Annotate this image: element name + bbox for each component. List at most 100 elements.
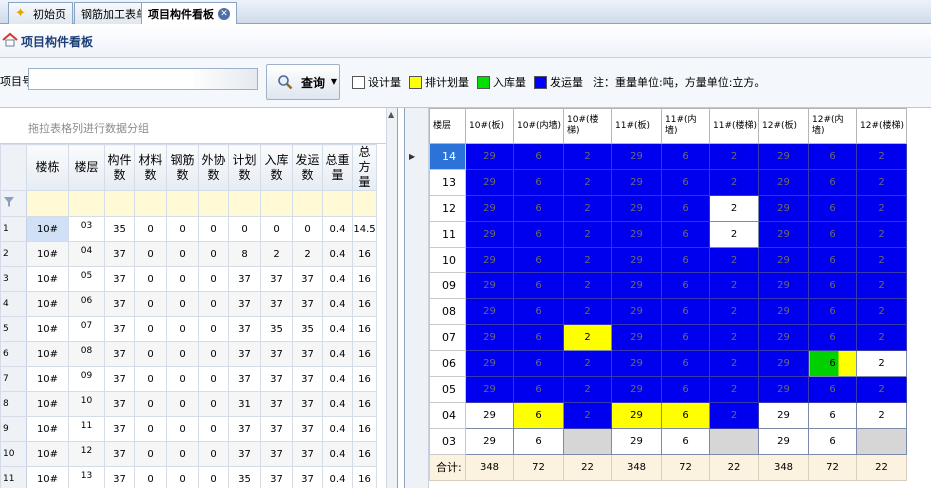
table-cell[interactable]: 16: [352, 391, 377, 417]
board-cell[interactable]: 6: [513, 194, 564, 222]
column-header[interactable]: 楼栋: [26, 144, 69, 191]
board-cell[interactable]: 2: [709, 220, 759, 248]
board-cell[interactable]: 29: [758, 194, 809, 222]
board-cell[interactable]: 2: [856, 401, 907, 429]
board-cell[interactable]: 2: [563, 272, 612, 300]
board-cell[interactable]: 29: [611, 401, 662, 429]
board-cell[interactable]: 2: [856, 143, 907, 170]
building-cell[interactable]: 10#: [26, 341, 69, 367]
board-cell[interactable]: 29: [465, 350, 514, 378]
board-cell[interactable]: 6: [808, 246, 857, 274]
building-cell[interactable]: 10#: [26, 216, 69, 242]
table-cell[interactable]: 37: [104, 466, 135, 488]
table-cell[interactable]: 0: [134, 241, 167, 267]
board-cell[interactable]: 29: [465, 194, 514, 222]
board-cell[interactable]: 29: [611, 376, 662, 403]
floor-cell[interactable]: 13: [68, 466, 105, 488]
table-row[interactable]: 9 10# 11 37 0 0 0 37 37 37 0.4 16: [0, 416, 377, 442]
board-column-header[interactable]: 10#(楼梯): [563, 108, 612, 144]
table-cell[interactable]: 0.4: [322, 466, 353, 488]
board-cell[interactable]: 2: [856, 220, 907, 248]
board-cell[interactable]: 29: [611, 194, 662, 222]
board-cell[interactable]: 6: [513, 376, 564, 403]
board-row[interactable]: 11 29 6 2 29 6 2 29 6 2: [429, 220, 907, 248]
close-icon[interactable]: ✕: [218, 8, 230, 20]
board-cell[interactable]: 2: [856, 376, 907, 403]
board-cell[interactable]: 29: [465, 220, 514, 248]
filter-cell[interactable]: [68, 190, 105, 217]
table-row[interactable]: 4 10# 06 37 0 0 0 37 37 37 0.4 16: [0, 291, 377, 317]
table-cell[interactable]: 0: [166, 391, 199, 417]
board-floor-cell[interactable]: 12: [429, 194, 466, 222]
table-cell[interactable]: 0: [292, 216, 323, 242]
board-total-cell[interactable]: 348: [465, 453, 514, 481]
building-cell[interactable]: 10#: [26, 266, 69, 292]
board-row[interactable]: 03 29 6 29 6 29 6: [429, 427, 907, 455]
column-header[interactable]: 材料数: [134, 144, 167, 191]
board-total-row[interactable]: 合计: 348 72 22 348 72 22 348 72 22: [429, 453, 907, 481]
board-cell[interactable]: 2: [709, 324, 759, 352]
board-cell[interactable]: 2: [563, 350, 612, 378]
building-cell[interactable]: 10#: [26, 291, 69, 317]
board-cell[interactable]: 2: [563, 324, 612, 352]
table-cell[interactable]: 0.4: [322, 416, 353, 442]
board-cell[interactable]: 6: [808, 143, 857, 170]
board-column-header[interactable]: 12#(楼梯): [856, 108, 907, 144]
board-cell[interactable]: 6: [661, 427, 710, 455]
table-cell[interactable]: 35: [292, 316, 323, 342]
table-cell[interactable]: 37: [228, 366, 261, 392]
column-header[interactable]: 总重量: [322, 144, 353, 191]
board-cell[interactable]: 2: [563, 376, 612, 403]
table-cell[interactable]: 37: [260, 416, 293, 442]
board-cell[interactable]: 2: [563, 246, 612, 274]
table-cell[interactable]: 35: [228, 466, 261, 488]
table-cell[interactable]: 37: [104, 291, 135, 317]
board-cell[interactable]: 6: [513, 350, 564, 378]
board-cell[interactable]: 6: [513, 246, 564, 274]
board-row[interactable]: 08 29 6 2 29 6 2 29 6 2: [429, 298, 907, 326]
board-floor-cell[interactable]: 07: [429, 324, 466, 352]
table-cell[interactable]: 37: [292, 366, 323, 392]
floor-cell[interactable]: 03: [68, 216, 105, 242]
board-cell[interactable]: 6: [661, 324, 710, 352]
board-cell[interactable]: 29: [758, 350, 809, 378]
board-cell[interactable]: 2: [856, 350, 907, 378]
table-cell[interactable]: 0: [134, 291, 167, 317]
board-cell[interactable]: 29: [465, 376, 514, 403]
board-cell[interactable]: 29: [758, 246, 809, 274]
table-row[interactable]: 3 10# 05 37 0 0 0 37 37 37 0.4 16: [0, 266, 377, 292]
table-cell[interactable]: 0: [166, 366, 199, 392]
board-cell[interactable]: 29: [611, 220, 662, 248]
board-floor-cell[interactable]: 11: [429, 220, 466, 248]
board-cell[interactable]: 2: [563, 168, 612, 196]
board-cell[interactable]: 29: [611, 350, 662, 378]
chevron-down-icon[interactable]: ▼: [331, 77, 337, 86]
board-cell[interactable]: [709, 427, 759, 455]
board-cell[interactable]: 6: [661, 350, 710, 378]
table-cell[interactable]: 37: [292, 441, 323, 467]
board-cell[interactable]: 6: [808, 194, 857, 222]
board-cell[interactable]: 6: [661, 272, 710, 300]
board-floor-cell[interactable]: 03: [429, 427, 466, 455]
table-cell[interactable]: 0: [166, 416, 199, 442]
board-cell[interactable]: 29: [465, 427, 514, 455]
table-cell[interactable]: 37: [104, 391, 135, 417]
table-cell[interactable]: 0: [198, 391, 229, 417]
board-floor-cell[interactable]: 10: [429, 246, 466, 274]
table-cell[interactable]: 0.4: [322, 241, 353, 267]
table-cell[interactable]: 16: [352, 416, 377, 442]
table-cell[interactable]: 0: [166, 316, 199, 342]
table-cell[interactable]: 0: [198, 341, 229, 367]
board-column-header[interactable]: 10#(内墙): [513, 108, 564, 144]
board-cell[interactable]: 29: [465, 272, 514, 300]
table-cell[interactable]: 37: [104, 416, 135, 442]
building-cell[interactable]: 10#: [26, 466, 69, 488]
board-total-cell[interactable]: 348: [758, 453, 809, 481]
table-cell[interactable]: 0: [134, 391, 167, 417]
table-cell[interactable]: 0.4: [322, 216, 353, 242]
table-cell[interactable]: 0: [198, 266, 229, 292]
table-cell[interactable]: 37: [292, 291, 323, 317]
board-cell[interactable]: 6: [661, 143, 710, 170]
table-row[interactable]: 7 10# 09 37 0 0 0 37 37 37 0.4 16: [0, 366, 377, 392]
scroll-up-icon[interactable]: ▲: [388, 110, 394, 119]
